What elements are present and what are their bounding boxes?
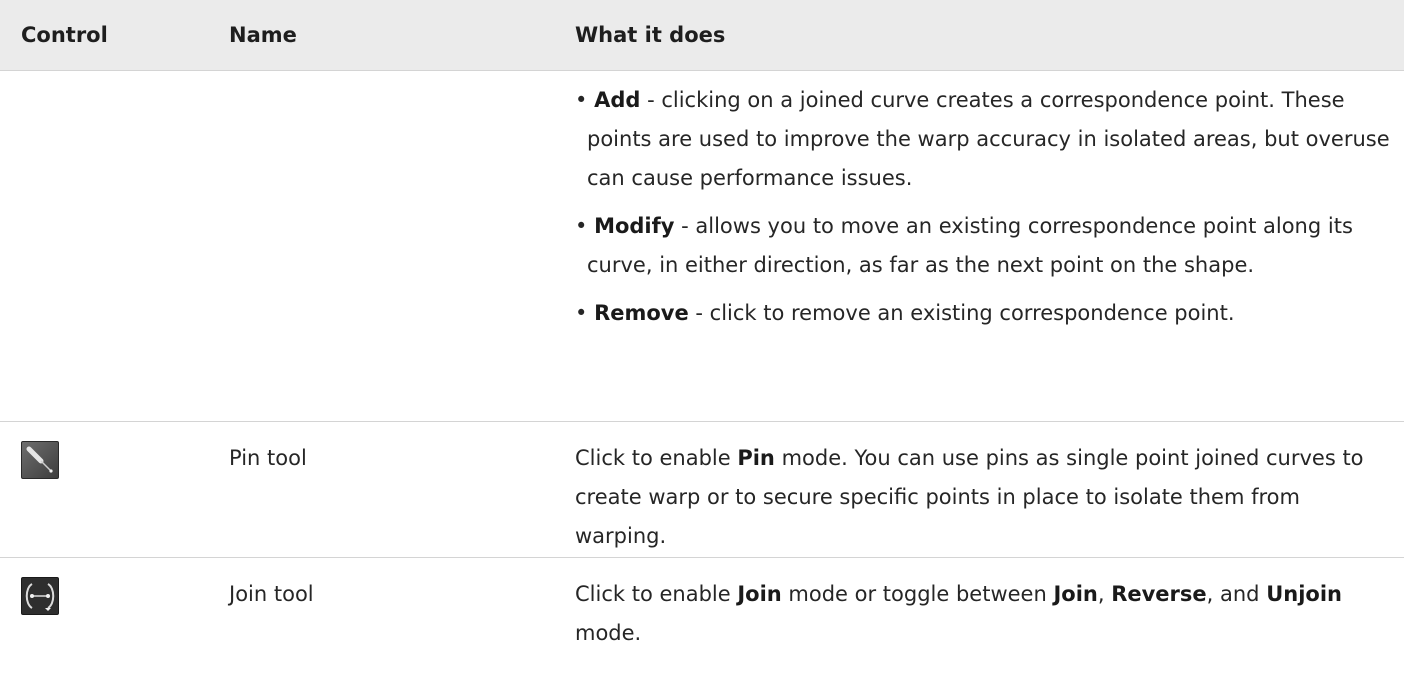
text-add: - clicking on a joined curve creates a c… [587,88,1390,190]
control-cell [0,71,208,422]
header-description: What it does [554,0,1404,71]
control-cell [0,558,208,693]
bullet-add: • Add - clicking on a joined curve creat… [575,81,1396,198]
join-desc-mid3: , and [1207,582,1267,606]
pin-desc-before: Click to enable [575,446,737,470]
name-cell: Pin tool [208,422,554,558]
description-cell: • Add - clicking on a joined curve creat… [554,71,1404,422]
term-remove: Remove [594,301,689,325]
text-remove: - click to remove an existing correspond… [689,301,1235,325]
term-modify: Modify [594,214,674,238]
header-control: Control [0,0,208,71]
table-row: • Add - clicking on a joined curve creat… [0,71,1404,422]
bullet-remove: • Remove - click to remove an existing c… [575,294,1396,333]
pin-desc-bold: Pin [737,446,775,470]
join-tool-icon [21,577,59,615]
join-desc-bold-join: Join [737,582,781,606]
name-cell [208,71,554,422]
join-desc-before: Click to enable [575,582,737,606]
controls-table: Control Name What it does • Add - clicki… [0,0,1404,693]
bullet-modify: • Modify - allows you to move an existin… [575,207,1396,285]
control-cell [0,422,208,558]
description-cell: Click to enable Join mode or toggle betw… [554,558,1404,693]
join-desc-bold-join2: Join [1053,582,1097,606]
table-header-row: Control Name What it does [0,0,1404,71]
term-add: Add [594,88,640,112]
description-cell: Click to enable Pin mode. You can use pi… [554,422,1404,558]
table-row: Pin tool Click to enable Pin mode. You c… [0,422,1404,558]
name-cell: Join tool [208,558,554,693]
join-desc-bold-reverse: Reverse [1111,582,1206,606]
pin-tool-icon [21,441,59,479]
join-desc-bold-unjoin: Unjoin [1266,582,1342,606]
join-desc-mid1: mode or toggle between [782,582,1054,606]
header-name: Name [208,0,554,71]
join-desc-mid2: , [1098,582,1111,606]
text-modify: - allows you to move an existing corresp… [587,214,1353,277]
table-row: Join tool Click to enable Join mode or t… [0,558,1404,693]
join-desc-after: mode. [575,621,641,645]
